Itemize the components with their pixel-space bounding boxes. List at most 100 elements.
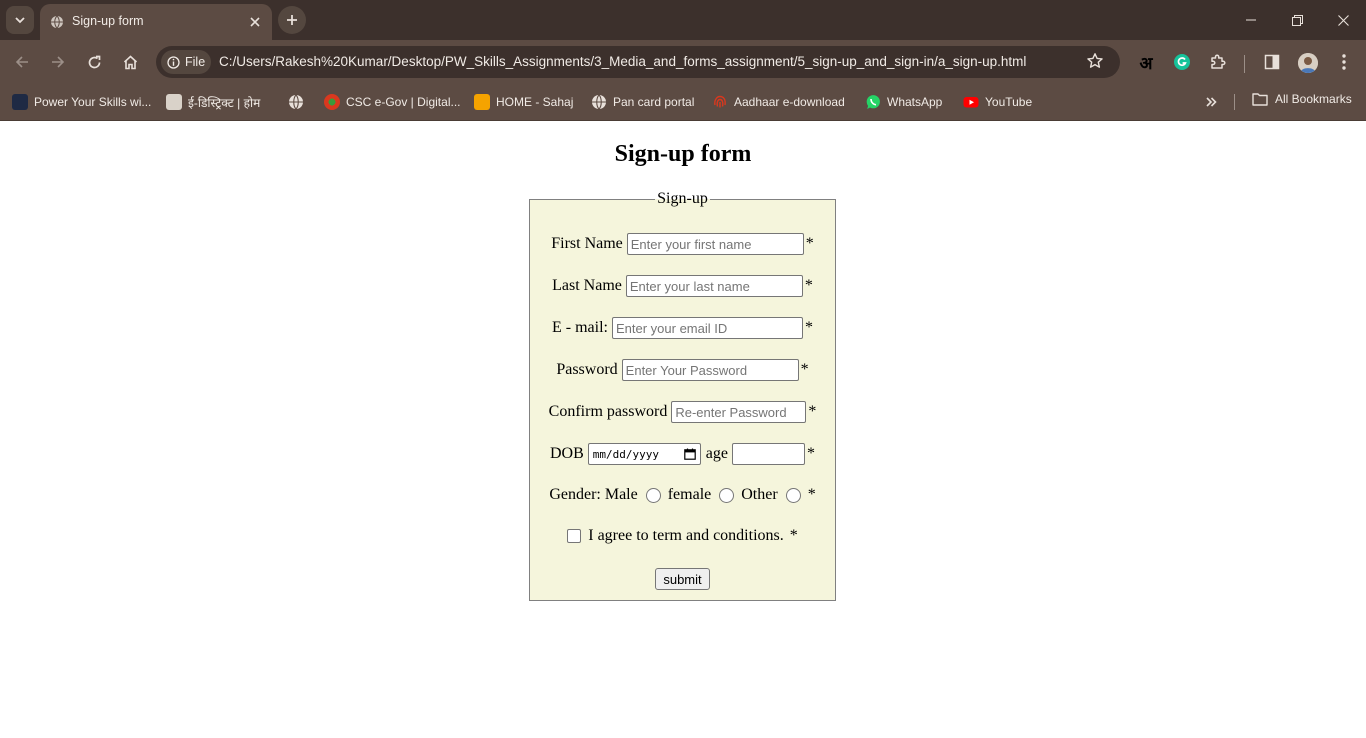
dob-age-row: DOB mm/dd/yyyy age *	[530, 443, 835, 465]
new-tab-button[interactable]	[278, 6, 306, 34]
email-input[interactable]	[611, 317, 803, 339]
confirm-password-row: Confirm password *	[530, 401, 835, 423]
globe-icon	[592, 94, 606, 110]
toolbar-separator	[1244, 55, 1245, 73]
address-bar[interactable]: File C:/Users/Rakesh%20Kumar/Desktop/PW_…	[156, 46, 1120, 78]
bookmark-globe[interactable]	[288, 92, 304, 112]
globe-icon	[51, 15, 63, 29]
calendar-icon[interactable]	[683, 448, 696, 460]
bookmark-label: WhatsApp	[887, 95, 943, 109]
all-bookmarks-label: All Bookmarks	[1275, 92, 1352, 106]
bookmark-home-sahaj[interactable]: HOME - Sahaj	[474, 92, 573, 112]
age-input[interactable]	[731, 443, 805, 465]
tab-search-button[interactable]	[6, 6, 34, 34]
home-button[interactable]	[116, 48, 144, 76]
reload-button[interactable]	[80, 48, 108, 76]
page-title: Sign-up form	[614, 141, 752, 167]
close-window-button[interactable]	[1320, 0, 1366, 40]
bookmark-whatsapp[interactable]: WhatsApp	[865, 92, 942, 112]
bookmark-e-district[interactable]: ई-डिस्ट्रिक्ट | होम	[166, 92, 260, 112]
minimize-button[interactable]	[1228, 0, 1274, 40]
kebab-menu-icon	[1342, 54, 1346, 70]
info-icon	[167, 55, 180, 69]
tab-strip: Sign-up form	[0, 0, 1366, 40]
browser-menu-button[interactable]	[1330, 48, 1358, 76]
tab-title: Sign-up form	[72, 14, 144, 28]
confirm-password-input[interactable]	[671, 401, 807, 423]
all-bookmarks-button[interactable]: All Bookmarks	[1252, 92, 1352, 106]
bookmark-label: Power Your Skills wi...	[34, 95, 152, 109]
globe-icon	[289, 94, 303, 110]
submit-button[interactable]: submit	[655, 568, 710, 590]
bookmark-aadhaar[interactable]: Aadhaar e-download	[712, 92, 845, 112]
bookmark-label: ई-डिस्ट्रिक्ट | होम	[188, 95, 261, 110]
double-chevron-right-icon	[1206, 97, 1217, 107]
side-panel-button[interactable]	[1258, 48, 1286, 76]
hindi-input-extension[interactable]: अ	[1132, 48, 1160, 76]
plus-icon	[287, 15, 297, 25]
password-row: Password *	[530, 359, 835, 381]
agree-label: I agree to term and conditions.	[588, 527, 784, 544]
e-district-icon	[166, 94, 182, 110]
bookmark-power-your-skills[interactable]: Power Your Skills wi...	[12, 92, 151, 112]
extensions-button[interactable]	[1204, 48, 1232, 76]
restore-button[interactable]	[1274, 0, 1320, 40]
gender-male-radio[interactable]	[645, 487, 661, 503]
file-chip-label: File	[185, 55, 206, 69]
back-button[interactable]	[8, 48, 36, 76]
required-marker: *	[789, 527, 798, 544]
restore-icon	[1291, 14, 1303, 26]
fieldset-legend: Sign-up	[657, 190, 708, 207]
email-row: E - mail: *	[530, 317, 835, 339]
minimize-icon	[1246, 19, 1256, 21]
chevron-down-icon	[15, 17, 25, 24]
bookmark-pan-card[interactable]: Pan card portal	[591, 92, 694, 112]
arrow-right-icon	[52, 56, 65, 68]
required-marker: *	[807, 486, 816, 503]
bookmarks-bar: Power Your Skills wi... ई-डिस्ट्रिक्ट | …	[0, 84, 1366, 121]
dob-label: DOB	[550, 445, 584, 462]
bookmark-youtube[interactable]: YouTube	[963, 92, 1032, 112]
close-tab-button[interactable]	[246, 13, 264, 31]
bookmark-csc-egov[interactable]: CSC e-Gov | Digital...	[324, 92, 460, 112]
last-name-input[interactable]	[625, 275, 803, 297]
required-marker: *	[806, 445, 815, 462]
last-name-label: Last Name	[552, 277, 622, 294]
gender-label: Gender:	[549, 486, 601, 503]
agree-checkbox[interactable]	[567, 529, 582, 543]
forward-button[interactable]	[44, 48, 72, 76]
gender-other-radio[interactable]	[785, 487, 801, 503]
age-label: age	[705, 445, 728, 462]
hindi-letter-icon: अ	[1139, 53, 1153, 74]
bookmark-star-button[interactable]	[1086, 52, 1104, 74]
dob-value: mm/dd/yyyy	[592, 447, 660, 461]
youtube-icon	[963, 97, 979, 108]
puzzle-icon	[1211, 54, 1226, 69]
url-text[interactable]: C:/Users/Rakesh%20Kumar/Desktop/PW_Skill…	[219, 54, 1026, 69]
csc-icon	[324, 94, 340, 110]
profile-avatar[interactable]	[1298, 53, 1318, 73]
dob-input[interactable]: mm/dd/yyyy	[587, 443, 701, 465]
first-name-input[interactable]	[626, 233, 804, 255]
gender-female-radio[interactable]	[719, 487, 735, 503]
sahaj-icon	[474, 94, 490, 110]
password-input[interactable]	[621, 359, 799, 381]
gender-other-label: Other	[741, 486, 778, 503]
gender-female-label: female	[667, 486, 712, 503]
home-icon	[123, 54, 137, 69]
grammarly-extension[interactable]	[1168, 48, 1196, 76]
bookmark-label: HOME - Sahaj	[496, 95, 574, 109]
avatar-icon	[1298, 53, 1318, 73]
required-marker: *	[804, 319, 813, 336]
first-name-row: First Name *	[530, 233, 835, 255]
gender-male-label: Male	[604, 486, 638, 503]
agree-row: I agree to term and conditions. *	[530, 527, 835, 545]
site-info-chip[interactable]: File	[161, 50, 211, 74]
whatsapp-icon	[866, 95, 880, 109]
close-icon	[1337, 14, 1349, 26]
side-panel-icon	[1264, 54, 1280, 70]
grammarly-icon	[1174, 54, 1190, 70]
arrow-left-icon	[15, 56, 28, 68]
tab-signup-form[interactable]: Sign-up form	[40, 4, 272, 40]
more-bookmarks-button[interactable]	[1200, 92, 1222, 112]
